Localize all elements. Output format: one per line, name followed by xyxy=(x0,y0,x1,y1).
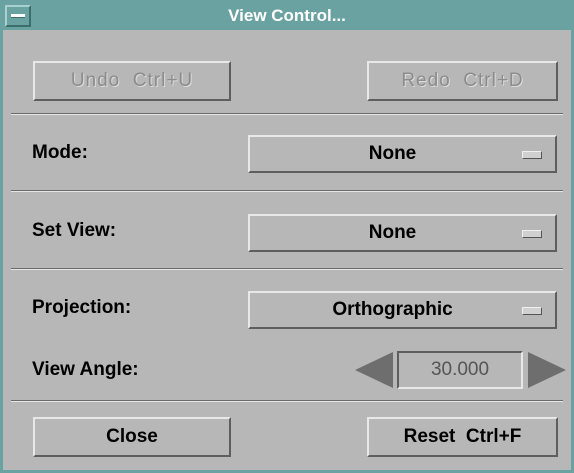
separator xyxy=(11,113,563,115)
reset-button[interactable]: Reset Ctrl+F xyxy=(367,417,558,457)
set-view-option-menu[interactable]: None xyxy=(248,214,557,252)
option-menu-indicator-icon xyxy=(522,307,542,315)
view-angle-field[interactable]: 30.000 xyxy=(397,351,523,389)
separator xyxy=(11,400,563,402)
separator xyxy=(11,190,563,192)
view-angle-label: View Angle: xyxy=(32,359,139,380)
option-menu-indicator-icon xyxy=(522,151,542,159)
close-button[interactable]: Close xyxy=(33,417,231,457)
view-control-window: View Control... Undo Ctrl+U Redo Ctrl+D … xyxy=(0,0,574,473)
arrow-right-icon[interactable] xyxy=(528,352,566,388)
projection-option-menu[interactable]: Orthographic xyxy=(248,291,557,329)
arrow-left-icon[interactable] xyxy=(355,352,393,388)
mode-value: None xyxy=(368,143,417,164)
window-title: View Control... xyxy=(228,6,346,25)
title-bar[interactable]: View Control... xyxy=(3,3,571,30)
projection-label: Projection: xyxy=(32,297,132,318)
mode-option-menu[interactable]: None xyxy=(248,135,557,173)
set-view-label: Set View: xyxy=(32,220,117,241)
projection-value: Orthographic xyxy=(332,299,453,320)
mode-label: Mode: xyxy=(32,142,88,163)
option-menu-indicator-icon xyxy=(522,230,542,238)
separator xyxy=(11,268,563,270)
undo-button[interactable]: Undo Ctrl+U xyxy=(33,61,231,101)
set-view-value: None xyxy=(368,222,417,243)
redo-button[interactable]: Redo Ctrl+D xyxy=(367,61,558,101)
